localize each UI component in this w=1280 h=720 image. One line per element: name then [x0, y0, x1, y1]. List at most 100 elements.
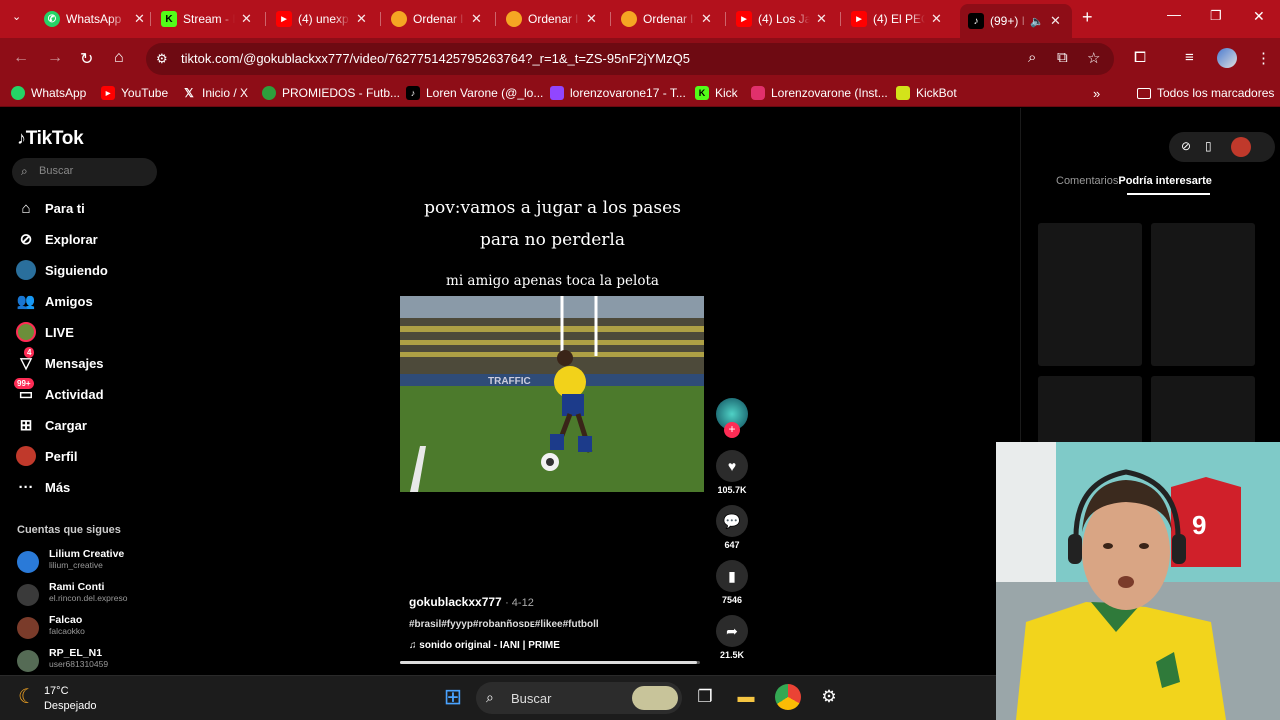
bookmark-label: Kick [715, 86, 738, 100]
tab-ordenar-3[interactable]: Ordenar l ✕ [621, 4, 715, 34]
promiedos-icon [262, 86, 276, 100]
weather-condition: Despejado [43, 700, 97, 712]
following-icon [16, 260, 36, 280]
speaker-icon[interactable]: 🔈 [1030, 15, 1044, 28]
suggested-video-thumb[interactable] [1151, 223, 1255, 366]
nav-item-live[interactable]: LIVE [16, 322, 74, 342]
tab-ordenar-1[interactable]: Ordenar l ✕ [391, 4, 485, 34]
nav-item-mensajes[interactable]: ▽ 4 Mensajes [16, 347, 104, 373]
more-icon: ··· [18, 478, 34, 496]
like-button[interactable]: ♥ 105.7K [716, 450, 748, 495]
bookmark-instagram[interactable]: Lorenzovarone (Inst... [751, 86, 888, 100]
back-arrow-icon[interactable]: ← [13, 49, 29, 67]
address-bar[interactable]: ⚙ tiktok.com/@gokublackxx777/video/76277… [146, 43, 1114, 75]
home-icon[interactable]: ⌂ [114, 49, 124, 67]
nav-label: Para ti [45, 200, 85, 216]
tab-search-chevron-icon[interactable]: ⌄ [12, 10, 21, 23]
file-explorer-icon[interactable]: ▬ [733, 684, 759, 710]
install-app-icon[interactable]: ⧉ [1057, 49, 1068, 66]
menu-dots-icon[interactable]: ⋮ [1256, 49, 1271, 67]
site-info-icon[interactable]: ⚙ [156, 51, 168, 67]
windows-start-icon[interactable]: ⊞ [440, 684, 466, 710]
weather-widget[interactable]: ☾ 17°C Despejado [18, 684, 97, 714]
app-icon[interactable]: ⚙ [816, 684, 842, 710]
bookmark-x[interactable]: 𝕏 Inicio / X [182, 86, 248, 100]
video-hashtags[interactable]: #brasil#fyyyp#robanñosᴅᴇ#likee#futboll [409, 619, 599, 630]
close-icon[interactable]: ✕ [586, 11, 600, 27]
bookmark-star-icon[interactable]: ☆ [1087, 49, 1100, 67]
video-author[interactable]: gokublackxx777 · 4-12 [409, 595, 534, 609]
close-icon[interactable]: ✕ [241, 11, 255, 27]
taskbar-search[interactable]: ⌕ Buscar [476, 682, 682, 714]
suggested-video-thumb[interactable] [1038, 223, 1142, 366]
close-icon[interactable]: ✕ [816, 11, 830, 27]
followed-account[interactable]: Falcao falcaokko [17, 614, 167, 644]
search-input[interactable]: ⌕ Buscar [12, 158, 157, 186]
nav-item-para-ti[interactable]: ⌂ Para ti [16, 198, 85, 218]
save-button[interactable]: ▮ 7546 [716, 560, 748, 605]
compass-icon: ⊘ [19, 231, 33, 248]
tab-comentarios[interactable]: Comentarios [1056, 175, 1118, 187]
comment-button[interactable]: 💬 647 [716, 505, 748, 550]
bookmark-promiedos[interactable]: PROMIEDOS - Futb... [262, 86, 400, 100]
close-window-icon[interactable]: ✕ [1253, 8, 1265, 25]
device-icon[interactable]: ▯ [1205, 139, 1212, 153]
video-player[interactable]: TRAFFIC [400, 296, 704, 492]
close-icon[interactable]: ✕ [931, 11, 945, 27]
bookmark-kickbot[interactable]: KickBot [896, 86, 957, 100]
minimize-icon[interactable]: — [1167, 6, 1181, 22]
more-bookmarks-chevron-icon[interactable]: » [1093, 86, 1100, 101]
close-icon[interactable]: ✕ [1050, 13, 1064, 29]
compass-icon[interactable]: ⊘ [1181, 139, 1191, 153]
nav-item-amigos[interactable]: 👥 Amigos [16, 291, 93, 311]
close-icon[interactable]: ✕ [471, 11, 485, 27]
bookmark-whatsapp[interactable]: WhatsApp [11, 86, 86, 100]
tab-youtube-3[interactable]: ▶ (4) El PEO ✕ [851, 4, 945, 34]
bookmark-label: Loren Varone (@_lo... [426, 86, 544, 100]
forward-arrow-icon[interactable]: → [47, 49, 63, 67]
task-view-icon[interactable]: ❐ [692, 684, 718, 710]
all-bookmarks-folder[interactable]: Todos los marcadores [1137, 86, 1274, 100]
tab-stream[interactable]: K Stream - I ✕ [161, 4, 255, 34]
tab-podria-interesarte[interactable]: Podría interesarte [1118, 175, 1212, 187]
video-sound[interactable]: ♫ sonido original - IANI | PRIME [409, 640, 560, 651]
share-button[interactable]: ➦ 21.5K [716, 615, 748, 660]
creator-avatar[interactable]: + [716, 398, 748, 438]
tab-whatsapp[interactable]: ✆ WhatsApp ✕ [44, 4, 148, 34]
bookmark-loren-tiktok[interactable]: ♪ Loren Varone (@_lo... [406, 86, 543, 100]
followed-account[interactable]: Rami Conti el.rincon.del.expreso [17, 581, 167, 611]
followed-account[interactable]: Lilium Creative lilium_creative [17, 548, 167, 578]
video-progress-bar[interactable] [400, 661, 700, 664]
avatar[interactable] [1231, 137, 1251, 157]
close-icon[interactable]: ✕ [356, 11, 370, 27]
tab-youtube-1[interactable]: ▶ (4) unexp ✕ [276, 4, 370, 34]
tiktok-logo[interactable]: ♪TikTok [17, 128, 84, 150]
media-control-icon[interactable]: ≡ [1185, 49, 1194, 66]
chrome-icon[interactable] [775, 684, 801, 710]
nav-label: Amigos [45, 293, 93, 309]
tab-tiktok-active[interactable]: ♪ (99+) I 🔈 ✕ [960, 4, 1072, 38]
close-icon[interactable]: ✕ [701, 11, 715, 27]
orange-icon [621, 11, 637, 27]
extensions-icon[interactable]: ⧠ [1134, 49, 1146, 66]
nav-item-cargar[interactable]: ⊞ Cargar [16, 415, 87, 435]
bookmark-twitch[interactable]: lorenzovarone17 - T... [550, 86, 686, 100]
bookmark-label: lorenzovarone17 - T... [570, 86, 686, 100]
bookmark-youtube[interactable]: ▶ YouTube [101, 86, 168, 100]
restore-icon[interactable]: ❐ [1210, 8, 1222, 24]
nav-item-perfil[interactable]: Perfil [16, 446, 78, 466]
zoom-icon[interactable]: ⌕ [1028, 49, 1036, 66]
bookmark-kick[interactable]: K Kick [695, 86, 738, 100]
follow-plus-icon[interactable]: + [724, 422, 740, 438]
followed-account[interactable]: RP_EL_N1 user681310459 [17, 647, 167, 677]
nav-item-siguiendo[interactable]: Siguiendo [16, 260, 108, 280]
tab-ordenar-2[interactable]: Ordenar l ✕ [506, 4, 600, 34]
tab-youtube-2[interactable]: ▶ (4) Los Ja ✕ [736, 4, 830, 34]
profile-avatar[interactable] [1217, 48, 1237, 68]
nav-item-mas[interactable]: ··· Más [16, 477, 71, 497]
new-tab-plus-icon[interactable]: + [1082, 7, 1093, 28]
nav-item-actividad[interactable]: ▭ 99+ Actividad [14, 378, 104, 404]
reload-icon[interactable]: ↻ [80, 49, 93, 69]
nav-item-explorar[interactable]: ⊘ Explorar [16, 229, 98, 249]
close-icon[interactable]: ✕ [134, 11, 148, 27]
